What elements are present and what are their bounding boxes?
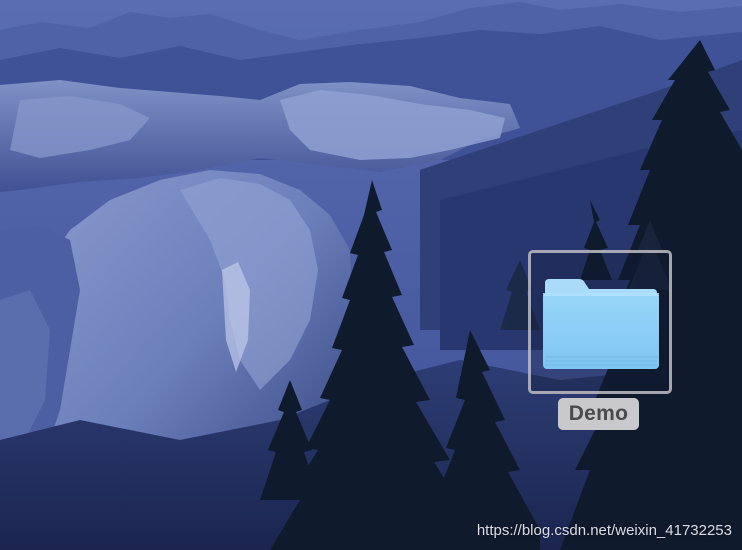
desktop-item-label[interactable]: Demo	[558, 398, 639, 430]
folder-icon[interactable]	[541, 275, 661, 371]
desktop-item-demo[interactable]: Demo	[528, 250, 672, 436]
desktop[interactable]: Demo https://blog.csdn.net/weixin_417322…	[0, 0, 742, 550]
watermark: https://blog.csdn.net/weixin_41732253	[476, 522, 732, 539]
selection-frame	[528, 250, 672, 394]
